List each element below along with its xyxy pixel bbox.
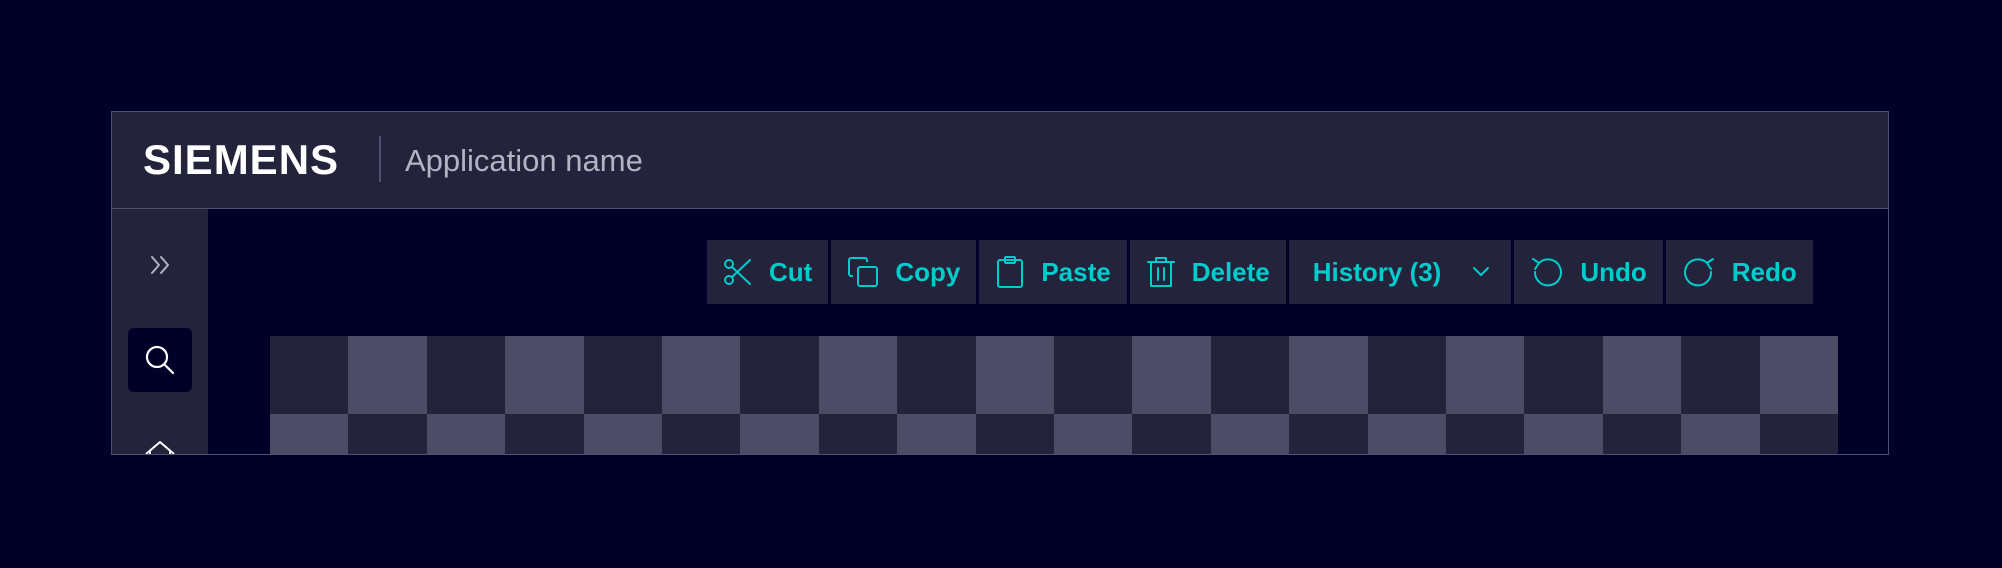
checker-tile <box>348 336 427 414</box>
application-window: SIEMENS Application name Cut Copy Paste … <box>111 111 1889 455</box>
checker-tile <box>1367 414 1446 454</box>
double-chevron-right-icon <box>151 256 169 274</box>
checker-tile <box>740 336 819 414</box>
checker-tile <box>505 414 584 454</box>
undo-button[interactable]: Undo <box>1514 240 1663 304</box>
sidebar-expand-button[interactable] <box>128 233 192 297</box>
copy-button[interactable]: Copy <box>831 240 977 304</box>
checker-tile <box>1210 336 1290 414</box>
redo-label: Redo <box>1731 256 1797 287</box>
checker-tile <box>897 336 976 414</box>
paste-button[interactable]: Paste <box>979 240 1127 304</box>
copy-icon <box>848 257 879 287</box>
content-toolbar: Cut Copy Paste Delete History (3) Undo R… <box>707 240 1813 304</box>
checker-tile <box>740 414 819 454</box>
checker-tile <box>270 414 349 454</box>
paste-label: Paste <box>1041 256 1111 287</box>
sidebar-search-button[interactable] <box>128 328 192 392</box>
cut-label: Cut <box>769 256 813 287</box>
checker-tile <box>348 414 427 454</box>
history-label: History (3) <box>1312 256 1442 287</box>
checker-tile <box>1446 414 1525 454</box>
checker-tile <box>1681 336 1760 414</box>
chevron-down-icon <box>1473 267 1490 276</box>
checker-tile <box>975 414 1054 454</box>
checker-tile <box>1132 414 1211 454</box>
app-header: SIEMENS Application name <box>112 112 1888 209</box>
trash-icon <box>1146 257 1175 287</box>
checker-tile <box>1602 336 1682 414</box>
checker-tile <box>505 336 584 414</box>
checker-tile <box>270 336 349 414</box>
redo-button[interactable]: Redo <box>1665 240 1813 304</box>
clipboard-icon <box>997 256 1024 288</box>
checker-tile <box>1681 414 1760 454</box>
checker-tile <box>897 414 976 454</box>
checker-tile <box>426 336 506 414</box>
copy-label: Copy <box>895 256 961 287</box>
history-dropdown[interactable]: History (3) <box>1288 240 1512 304</box>
home-icon <box>145 441 175 454</box>
redo-icon <box>1683 258 1714 287</box>
delete-label: Delete <box>1191 256 1270 287</box>
checker-tile <box>1759 336 1838 414</box>
undo-label: Undo <box>1580 256 1647 287</box>
checker-tile <box>1132 336 1211 414</box>
scissors-icon <box>724 259 751 285</box>
checker-tile <box>1289 414 1368 454</box>
checker-tile <box>818 414 898 454</box>
checker-tile <box>1602 414 1682 454</box>
checker-tile <box>583 336 662 414</box>
undo-icon <box>1532 258 1563 287</box>
search-icon <box>145 345 175 375</box>
checker-tile <box>583 414 662 454</box>
checker-tile <box>1759 414 1838 454</box>
checker-tile <box>1289 336 1368 414</box>
checker-tile <box>1446 336 1525 414</box>
application-name: Application name <box>405 143 643 178</box>
checker-tile <box>1210 414 1290 454</box>
checker-tile <box>975 336 1054 414</box>
checker-tile <box>1367 336 1446 414</box>
checker-tile <box>1054 336 1133 414</box>
brand-logo: SIEMENS <box>143 136 340 183</box>
checker-tile <box>1524 414 1603 454</box>
header-divider <box>379 136 381 182</box>
checker-tile <box>426 414 506 454</box>
cut-button[interactable]: Cut <box>707 240 829 304</box>
delete-button[interactable]: Delete <box>1129 240 1286 304</box>
checker-tile <box>662 336 741 414</box>
checker-tile <box>1524 336 1603 414</box>
sidebar-home-button[interactable] <box>128 423 192 454</box>
checker-tile <box>818 336 898 414</box>
checker-tile <box>1054 414 1133 454</box>
checkerboard-canvas <box>270 336 1838 454</box>
checker-tile <box>662 414 741 454</box>
sidebar <box>112 209 208 454</box>
